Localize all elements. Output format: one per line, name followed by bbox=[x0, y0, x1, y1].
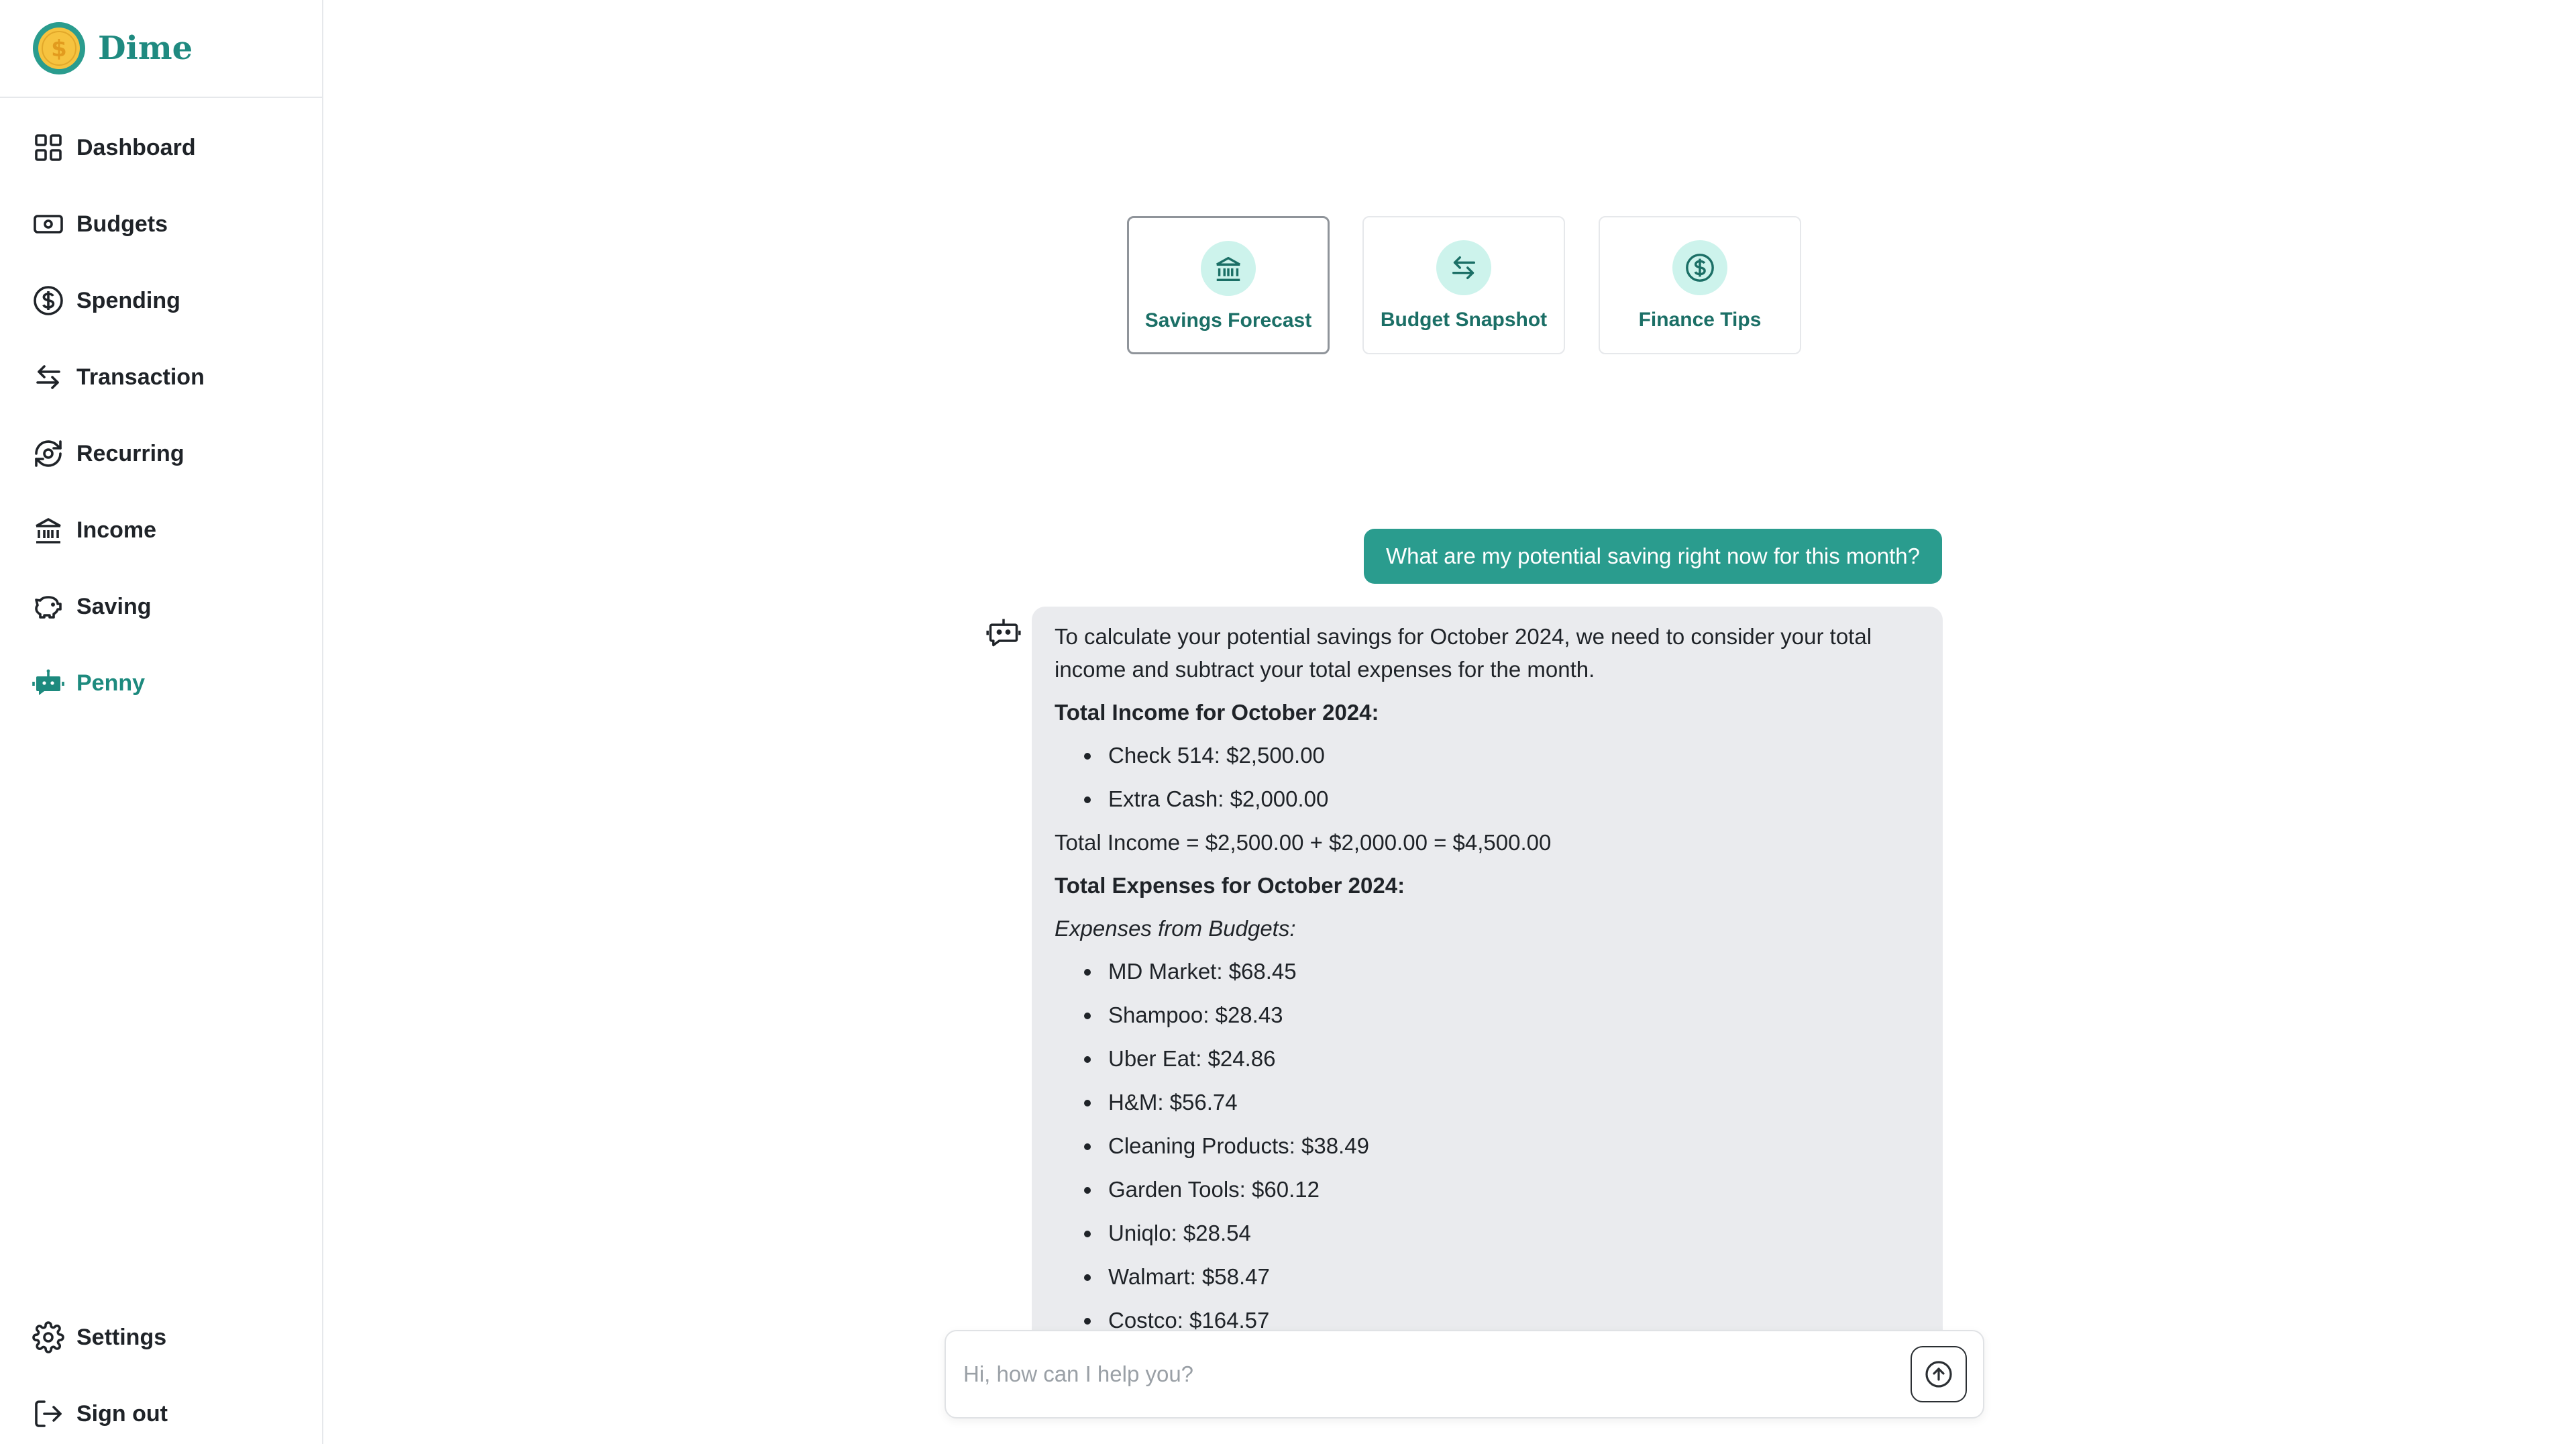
sidebar-item-sign-out[interactable]: Sign out bbox=[32, 1394, 168, 1434]
list-item: Shampoo: $28.43 bbox=[1055, 998, 1920, 1031]
bot-intro: To calculate your potential savings for … bbox=[1055, 624, 1872, 682]
bot-icon bbox=[32, 667, 64, 699]
suggestion-card-savings-forecast[interactable]: Savings Forecast bbox=[1127, 216, 1330, 354]
expenses-heading: Total Expenses for October 2024: bbox=[1055, 873, 1405, 898]
sidebar-item-dashboard[interactable]: Dashboard bbox=[32, 127, 196, 168]
sidebar-item-budgets[interactable]: Budgets bbox=[32, 204, 168, 244]
income-list: Check 514: $2,500.00 Extra Cash: $2,000.… bbox=[1055, 739, 1920, 815]
arrows-exchange-icon bbox=[1452, 256, 1476, 280]
list-item: Check 514: $2,500.00 bbox=[1055, 739, 1920, 772]
sidebar-item-label: Sign out bbox=[76, 1400, 168, 1427]
list-item: H&M: $56.74 bbox=[1055, 1086, 1920, 1119]
bot-message: To calculate your potential savings for … bbox=[1032, 607, 1943, 1335]
card-label: Savings Forecast bbox=[1144, 309, 1312, 331]
grid-icon bbox=[32, 132, 64, 164]
brand[interactable]: $ Dime bbox=[0, 0, 322, 98]
list-item: Extra Cash: $2,000.00 bbox=[1055, 782, 1920, 815]
gear-icon bbox=[32, 1321, 64, 1353]
sidebar-item-label: Budgets bbox=[76, 211, 168, 237]
sidebar: $ Dime Dashboard Budgets Spending Transa… bbox=[0, 0, 323, 1444]
dollar-coin-icon: $ bbox=[33, 22, 85, 74]
income-heading: Total Income for October 2024: bbox=[1055, 700, 1379, 725]
bot-icon bbox=[986, 619, 1021, 647]
dollar-circle-icon bbox=[1686, 254, 1714, 282]
sign-out-icon bbox=[32, 1398, 64, 1430]
dollar-circle-icon bbox=[32, 285, 64, 317]
arrows-exchange-icon bbox=[32, 361, 64, 393]
sidebar-item-label: Transaction bbox=[76, 364, 205, 390]
list-item: MD Market: $68.45 bbox=[1055, 955, 1920, 988]
card-icon-wrap bbox=[1672, 240, 1727, 295]
card-label: Finance Tips bbox=[1638, 309, 1762, 331]
list-item: Uniqlo: $28.54 bbox=[1055, 1217, 1920, 1249]
sidebar-item-recurring[interactable]: Recurring bbox=[32, 433, 184, 474]
suggestion-card-budget-snapshot[interactable]: Budget Snapshot bbox=[1362, 216, 1565, 354]
list-item: Walmart: $58.47 bbox=[1055, 1260, 1920, 1293]
chat-input[interactable] bbox=[963, 1361, 1911, 1387]
card-icon-wrap bbox=[1201, 241, 1256, 296]
sidebar-item-label: Spending bbox=[76, 287, 180, 313]
expenses-subheading: Expenses from Budgets: bbox=[1055, 916, 1296, 941]
send-button[interactable] bbox=[1911, 1346, 1967, 1402]
bank-icon bbox=[1216, 256, 1241, 281]
sidebar-item-label: Recurring bbox=[76, 440, 184, 466]
user-message: What are my potential saving right now f… bbox=[1363, 529, 1942, 584]
sidebar-item-label: Dashboard bbox=[76, 134, 196, 160]
piggy-bank-icon bbox=[32, 590, 64, 623]
arrow-up-circle-icon bbox=[1925, 1361, 1952, 1388]
list-item: Garden Tools: $60.12 bbox=[1055, 1173, 1920, 1206]
svg-text:$: $ bbox=[51, 36, 67, 62]
sidebar-item-settings[interactable]: Settings bbox=[32, 1317, 166, 1357]
sidebar-item-label: Penny bbox=[76, 670, 146, 696]
sidebar-item-spending[interactable]: Spending bbox=[32, 280, 180, 321]
sidebar-item-penny[interactable]: Penny bbox=[32, 663, 145, 703]
recurring-icon bbox=[32, 437, 64, 470]
sidebar-item-transaction[interactable]: Transaction bbox=[32, 357, 205, 397]
income-total: Total Income = $2,500.00 + $2,000.00 = $… bbox=[1055, 830, 1552, 855]
bank-icon bbox=[32, 514, 64, 546]
brand-name: Dime bbox=[98, 30, 193, 67]
card-label: Budget Snapshot bbox=[1380, 309, 1548, 331]
list-item: Uber Eat: $24.86 bbox=[1055, 1042, 1920, 1075]
chat-composer bbox=[945, 1330, 1984, 1419]
sidebar-item-label: Income bbox=[76, 517, 157, 543]
banknote-icon bbox=[32, 208, 64, 240]
list-item: Cleaning Products: $38.49 bbox=[1055, 1129, 1920, 1162]
sidebar-item-saving[interactable]: Saving bbox=[32, 586, 151, 627]
sidebar-item-label: Saving bbox=[76, 593, 152, 619]
sidebar-item-income[interactable]: Income bbox=[32, 510, 156, 550]
sidebar-item-label: Settings bbox=[76, 1324, 167, 1350]
card-icon-wrap bbox=[1436, 240, 1491, 295]
expense-list: MD Market: $68.45 Shampoo: $28.43 Uber E… bbox=[1055, 955, 1920, 1335]
suggestion-card-finance-tips[interactable]: Finance Tips bbox=[1599, 216, 1801, 354]
